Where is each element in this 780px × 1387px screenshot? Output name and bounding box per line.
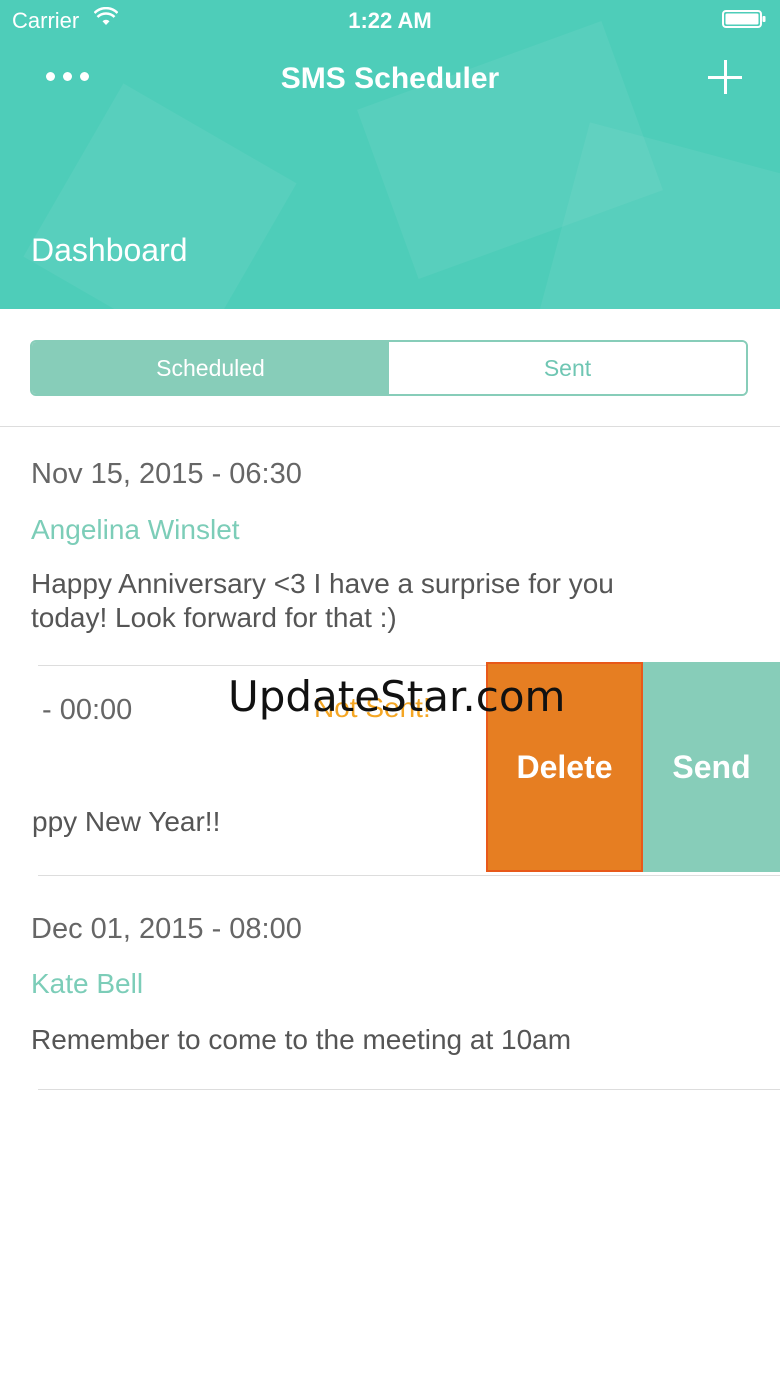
divider xyxy=(38,875,780,876)
segment-control: Scheduled Sent xyxy=(30,340,748,396)
send-button[interactable]: Send xyxy=(643,662,780,872)
message-recipient: Angelina Winslet xyxy=(31,514,240,545)
dashboard-title: Dashboard xyxy=(31,232,188,268)
divider xyxy=(0,426,780,427)
message-body-line2: today! Look forward for that :) xyxy=(31,602,397,633)
message-date: Nov 15, 2015 - 06:30 xyxy=(31,458,302,490)
message-body: Remember to come to the meeting at 10am xyxy=(31,1024,572,1055)
divider xyxy=(38,1089,780,1090)
nav-title: SMS Scheduler xyxy=(280,62,500,95)
message-date: - 00:00 xyxy=(42,694,133,726)
battery-icon xyxy=(722,10,766,28)
status-bar: Carrier 1:22 AM xyxy=(0,0,780,40)
nav-bar: SMS Scheduler xyxy=(0,48,780,108)
watermark: UpdateStar.com xyxy=(228,672,566,721)
message-body-line1: Happy Anniversary <3 I have a surprise f… xyxy=(31,568,614,599)
tab-scheduled[interactable]: Scheduled xyxy=(32,342,389,394)
status-time: 1:22 AM xyxy=(348,8,432,33)
message-recipient: Kate Bell xyxy=(31,968,144,999)
add-icon[interactable] xyxy=(706,58,746,98)
header-banner: Carrier 1:22 AM SMS Scheduler Dashboard xyxy=(0,0,780,309)
message-date: Dec 01, 2015 - 08:00 xyxy=(31,913,302,945)
tab-sent[interactable]: Sent xyxy=(389,342,746,394)
